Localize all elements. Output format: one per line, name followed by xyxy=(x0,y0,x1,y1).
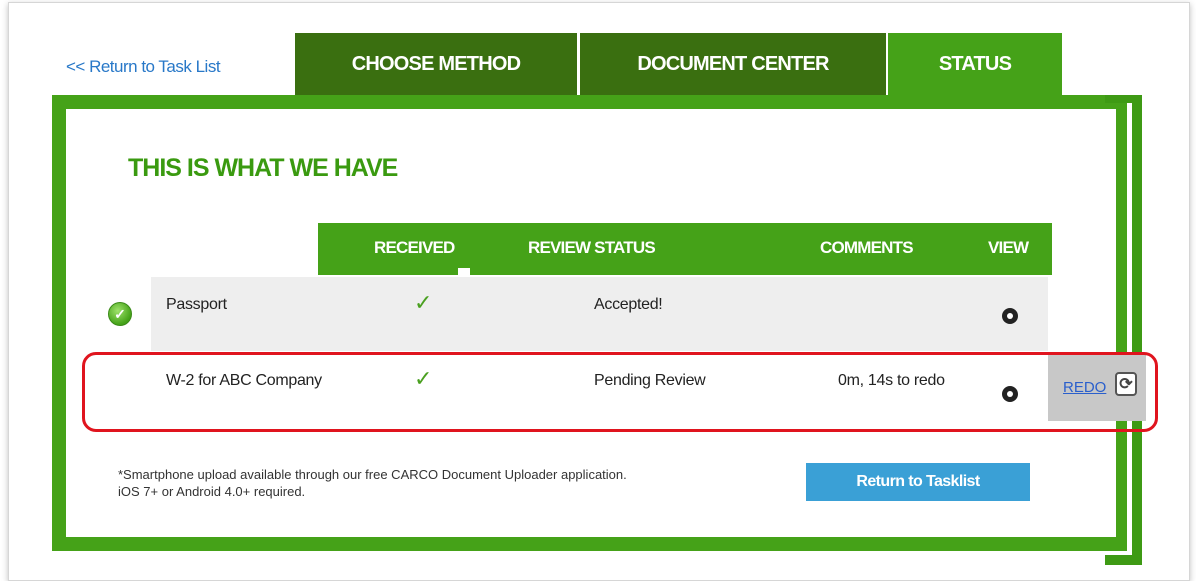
panel-edge-top xyxy=(1105,95,1142,103)
footnote-line: *Smartphone upload available through our… xyxy=(118,467,627,482)
upload-footnote: *Smartphone upload available through our… xyxy=(118,466,627,500)
return-to-task-list-link[interactable]: << Return to Task List xyxy=(66,57,221,77)
header-gap xyxy=(458,268,470,275)
document-name: Passport xyxy=(166,296,227,313)
panel-edge-right xyxy=(1132,95,1142,565)
tab-status[interactable]: STATUS xyxy=(888,33,1062,95)
return-to-tasklist-button[interactable]: Return to Tasklist xyxy=(806,463,1030,501)
column-header-view: VIEW xyxy=(988,238,1029,257)
check-circle-icon: ✓ xyxy=(108,302,132,326)
review-status: Accepted! xyxy=(594,296,663,313)
panel-edge-bottom xyxy=(1105,555,1142,565)
highlight-outline xyxy=(82,352,1158,432)
received-check-icon: ✓ xyxy=(414,290,433,315)
footnote-line: iOS 7+ or Android 4.0+ required. xyxy=(118,484,306,499)
column-header-review-status: REVIEW STATUS xyxy=(528,238,656,257)
panel-heading: THIS IS WHAT WE HAVE xyxy=(128,154,398,182)
tab-document-center[interactable]: DOCUMENT CENTER xyxy=(580,33,886,95)
eye-icon[interactable] xyxy=(1002,308,1018,324)
column-header-comments: COMMENTS xyxy=(820,238,914,257)
table-row xyxy=(151,277,1048,351)
tab-choose-method[interactable]: CHOOSE METHOD xyxy=(295,33,577,95)
column-header-received: RECEIVED xyxy=(374,238,455,257)
